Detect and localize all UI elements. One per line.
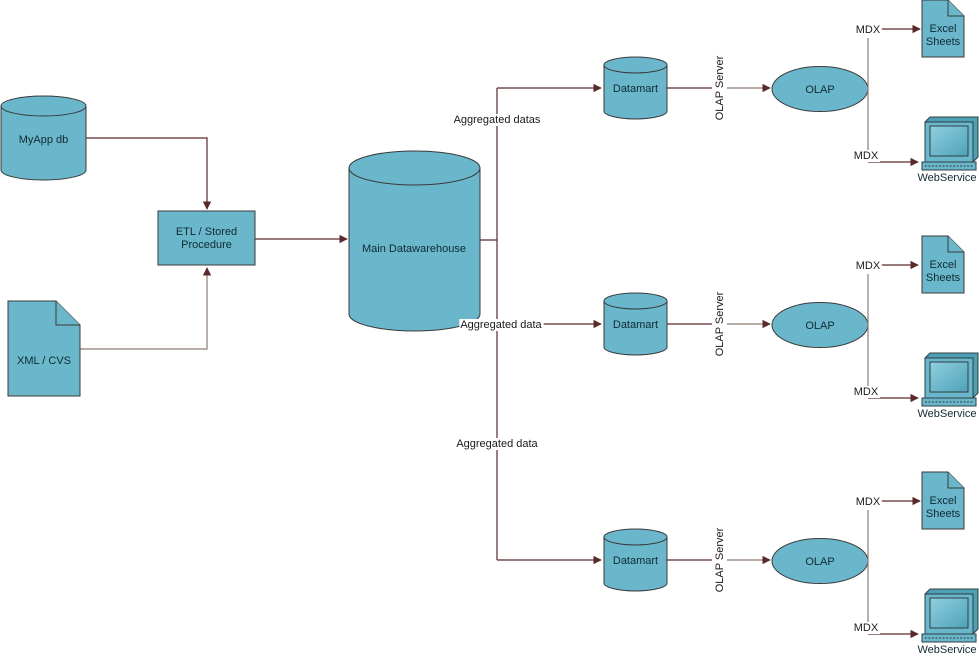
aggregated-data-label: Aggregated datas: [454, 114, 541, 126]
aggregated-data-label: Aggregated data: [456, 438, 538, 450]
document-icon: [7, 300, 81, 397]
excel-sheets-node[interactable]: ExcelSheets: [921, 235, 965, 294]
excel-label-line2: Sheets: [926, 508, 961, 520]
olap-node[interactable]: OLAP: [771, 66, 869, 112]
mdx-label-bottom: MDX: [854, 622, 879, 634]
database-icon: [348, 150, 481, 332]
computer-icon: [921, 588, 979, 643]
edge-xml-to-etl: [80, 267, 212, 350]
datamart-label: Datamart: [613, 555, 658, 567]
branch: Aggregated data Datamart OLAP Server OLAP MD…: [459, 235, 979, 420]
etl-label-line2: Procedure: [181, 239, 232, 251]
datamart-node[interactable]: Datamart: [603, 292, 668, 356]
excel-label-line2: Sheets: [926, 36, 961, 48]
olap-server-label: OLAP Server: [714, 55, 726, 120]
excel-label-line1: Excel: [930, 495, 957, 507]
webservice-node[interactable]: WebService: [917, 116, 979, 184]
olap-label: OLAP: [805, 320, 834, 332]
xml-csv-node[interactable]: XML / CVS: [7, 300, 81, 397]
olap-label: OLAP: [805, 556, 834, 568]
architecture-diagram: MyApp db XML / CVS ETL / Stored Procedur…: [0, 0, 979, 656]
datamart-node[interactable]: Datamart: [603, 56, 668, 120]
excel-label-line2: Sheets: [926, 272, 961, 284]
excel-label-line1: Excel: [930, 259, 957, 271]
webservice-label: WebService: [917, 408, 976, 420]
olap-label: OLAP: [805, 84, 834, 96]
myapp-db-label: MyApp db: [19, 134, 69, 146]
xml-csv-label: XML / CVS: [17, 355, 71, 367]
olap-node[interactable]: OLAP: [771, 302, 869, 348]
webservice-node[interactable]: WebService: [917, 588, 979, 656]
excel-label-line1: Excel: [930, 23, 957, 35]
excel-sheets-node[interactable]: ExcelSheets: [921, 471, 965, 530]
mdx-label-bottom: MDX: [854, 150, 879, 162]
myapp-db-node[interactable]: MyApp db: [0, 95, 87, 181]
computer-icon: [921, 352, 979, 407]
branch: Aggregated data Datamart OLAP Server OLAP MD…: [455, 438, 979, 656]
webservice-node[interactable]: WebService: [917, 352, 979, 420]
edge-myapp-to-etl: [86, 137, 212, 210]
datamart-branches: Aggregated datas Datamart OLAP Server OLAP M…: [452, 0, 979, 656]
process-box: [157, 210, 256, 266]
warehouse-node[interactable]: Main Datawarehouse: [348, 150, 481, 332]
etl-node[interactable]: ETL / Stored Procedure: [157, 210, 256, 266]
warehouse-label: Main Datawarehouse: [362, 243, 466, 255]
mdx-label-bottom: MDX: [854, 386, 879, 398]
etl-label-line1: ETL / Stored: [176, 226, 237, 238]
excel-sheets-node[interactable]: ExcelSheets: [921, 0, 965, 58]
olap-node[interactable]: OLAP: [771, 538, 869, 584]
webservice-label: WebService: [917, 644, 976, 656]
mdx-label-top: MDX: [856, 496, 881, 508]
webservice-label: WebService: [917, 172, 976, 184]
olap-server-label: OLAP Server: [714, 291, 726, 356]
computer-icon: [921, 116, 979, 171]
datamart-node[interactable]: Datamart: [603, 528, 668, 592]
datamart-label: Datamart: [613, 83, 658, 95]
aggregated-data-label: Aggregated data: [460, 319, 542, 331]
mdx-label-top: MDX: [856, 260, 881, 272]
olap-server-label: OLAP Server: [714, 527, 726, 592]
mdx-label-top: MDX: [856, 24, 881, 36]
datamart-label: Datamart: [613, 319, 658, 331]
branch: Aggregated datas Datamart OLAP Server OLAP M…: [452, 0, 979, 184]
